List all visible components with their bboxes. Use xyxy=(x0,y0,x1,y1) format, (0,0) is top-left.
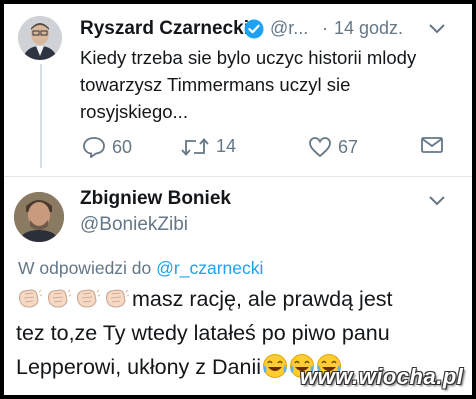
clapping-hands-emoji xyxy=(45,285,72,308)
clapping-hands-emoji xyxy=(74,285,101,308)
watermark: www.wiocha.pl xyxy=(300,364,464,389)
tweet-screenshot: Ryszard Czarnecki @r... · 14 godz. Kiedy… xyxy=(4,4,472,395)
tweet2-author-name[interactable]: Zbigniew Boniek xyxy=(80,188,231,210)
direct-message-button[interactable] xyxy=(420,136,450,154)
retweet-button[interactable]: 14 xyxy=(180,136,236,157)
reply-count: 60 xyxy=(112,136,133,157)
replying-to: W odpowiedzi do @r_czarnecki xyxy=(18,258,263,279)
chevron-down-icon[interactable] xyxy=(428,194,446,206)
avatar-ryszard-czarnecki[interactable] xyxy=(18,16,62,60)
like-count: 67 xyxy=(338,136,359,157)
tweet1-text: Kiedy trzeba sie bylo uczyc historii mlo… xyxy=(80,47,417,122)
verified-badge-icon xyxy=(244,19,264,39)
tweet1-timestamp[interactable]: 14 godz. xyxy=(334,18,403,39)
like-icon xyxy=(309,137,331,158)
clapping-hands-emoji xyxy=(16,285,43,308)
tweet2-text-segment: Lepperowi, ukłony z Danii xyxy=(16,355,261,379)
tweet-divider xyxy=(4,176,472,177)
tweet1-author-name[interactable]: Ryszard Czarnecki xyxy=(80,18,249,40)
tweet2-handle[interactable]: @BoniekZibi xyxy=(80,214,188,236)
retweet-count: 14 xyxy=(216,136,237,156)
clapping-hands-emoji xyxy=(103,285,130,308)
chevron-down-icon[interactable] xyxy=(428,22,446,34)
like-button[interactable]: 67 xyxy=(308,136,358,158)
meta-separator: · xyxy=(322,18,328,38)
tweet2-text-line: tez to,ze Ty wtedy latałeś po piwo panu xyxy=(16,321,390,345)
tweet1-handle[interactable]: @r... xyxy=(270,18,308,39)
replying-to-label: W odpowiedzi do xyxy=(18,258,152,278)
thread-connector-line xyxy=(40,64,42,168)
reply-mention-link[interactable]: @r_czarnecki xyxy=(156,258,263,278)
tweet2-text-line: masz rację, ale prawdą jest xyxy=(16,282,466,316)
avatar-zbigniew-boniek[interactable] xyxy=(14,192,64,242)
reply-icon xyxy=(83,137,105,158)
tweet2-text-segment: masz rację, ale prawdą jest xyxy=(132,287,393,311)
direct-message-icon xyxy=(421,137,443,153)
retweet-icon xyxy=(181,137,209,156)
reply-button[interactable]: 60 xyxy=(82,136,132,158)
tears-of-joy-emoji xyxy=(262,353,288,379)
